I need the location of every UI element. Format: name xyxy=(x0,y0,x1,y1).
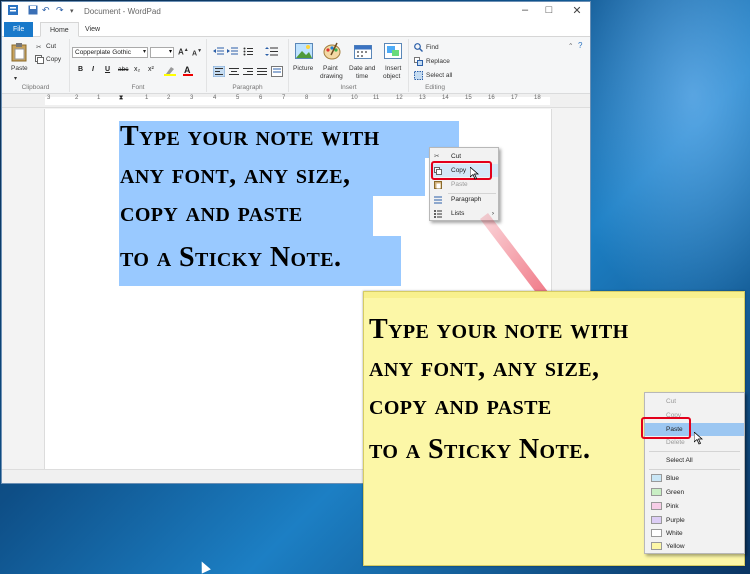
color-swatch-icon xyxy=(651,542,662,550)
color-label: Pink xyxy=(666,503,679,510)
sticky-note-header xyxy=(364,292,744,298)
color-swatch-icon xyxy=(651,502,662,510)
color-swatch-icon xyxy=(651,529,662,537)
sticky-menu-color-pink[interactable]: Pink xyxy=(645,500,744,513)
color-label: Green xyxy=(666,489,685,496)
sticky-menu-cut[interactable]: Cut xyxy=(645,395,744,408)
color-label: White xyxy=(666,530,683,537)
menu-separator xyxy=(649,451,740,452)
color-label: Purple xyxy=(666,517,685,524)
color-swatch-icon xyxy=(651,516,662,524)
sticky-menu-color-blue[interactable]: Blue xyxy=(645,472,744,485)
sticky-text-line-2[interactable]: any font, any size, xyxy=(369,352,599,384)
color-label: Blue xyxy=(666,475,680,482)
sticky-menu-color-white[interactable]: White xyxy=(645,527,744,540)
color-swatch-icon xyxy=(651,488,662,496)
sticky-text-line-4[interactable]: to a Sticky Note. xyxy=(369,434,590,466)
paste-highlight-box xyxy=(641,417,691,439)
sticky-menu-color-purple[interactable]: Purple xyxy=(645,514,744,527)
sticky-menu-select-all[interactable]: Select All xyxy=(645,454,744,467)
sticky-text-line-3[interactable]: copy and paste xyxy=(369,390,552,422)
color-label: Yellow xyxy=(666,543,685,550)
sticky-menu-color-green[interactable]: Green xyxy=(645,486,744,499)
mouse-pointer-icon xyxy=(693,431,704,447)
sticky-menu-color-yellow[interactable]: Yellow xyxy=(645,540,744,553)
menu-separator xyxy=(649,469,740,470)
sticky-text-line-1[interactable]: Type your note with xyxy=(369,314,629,346)
color-swatch-icon xyxy=(651,474,662,482)
